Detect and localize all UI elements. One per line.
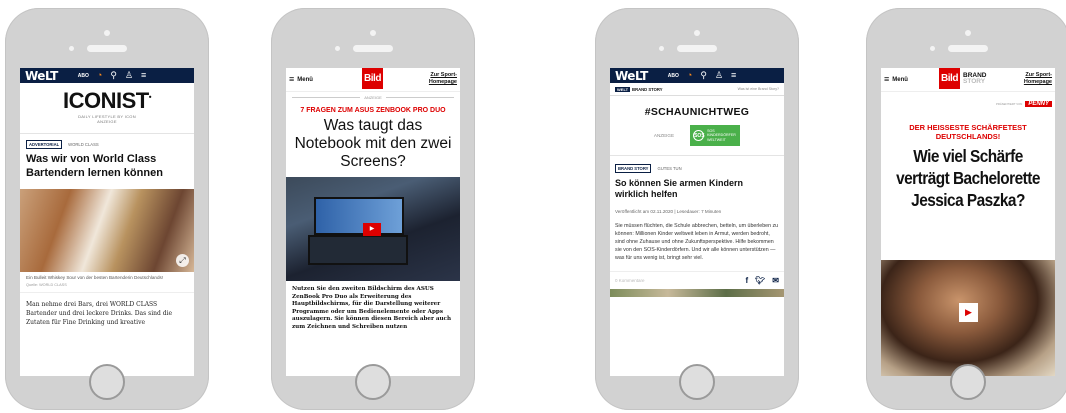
speaker-slot xyxy=(87,45,127,52)
brand-story-badge: BRAND STORY xyxy=(615,164,652,173)
abo-link[interactable]: ABO xyxy=(78,73,89,79)
brand-story-label: WELT BRAND STORY xyxy=(615,86,663,92)
phone-mockup-4: ≡ Menü Bild BRAND STORY Zur Sport- Homepag… xyxy=(866,8,1066,410)
photo-caption: Ein Bulleit Whiskey Sour von der besten … xyxy=(26,275,164,280)
facebook-icon[interactable]: f xyxy=(745,276,748,285)
menu-label: Menü xyxy=(892,76,908,83)
sponsor-row: ANZEIGE SOS SOS KINDERDÖRFER WELTWEIT xyxy=(610,125,784,146)
article-photo[interactable]: ▶ xyxy=(286,177,460,281)
home-button xyxy=(89,364,125,400)
bild-header: ≡ Menü Bild Zur Sport- Homepage xyxy=(286,68,460,92)
topic-label[interactable]: GUTES TUN xyxy=(657,166,681,171)
hamburger-icon: ≡ xyxy=(884,74,890,84)
article-headline[interactable]: Wie viel Schärfe verträgt Bachelorette J… xyxy=(891,141,1044,211)
badge-icon[interactable]: ◔ xyxy=(97,71,102,80)
sensor-dot xyxy=(659,46,664,51)
topic-label[interactable]: WORLD CLASS xyxy=(68,142,98,147)
bild-header: ≡ Menü Bild BRAND STORY Zur Sport- Homepag… xyxy=(881,68,1055,92)
comments-link[interactable]: 0 Kommentare xyxy=(615,278,645,283)
laptop-screen xyxy=(314,197,404,235)
play-icon[interactable]: ▶ xyxy=(959,303,978,322)
ad-label: ANZEIGE xyxy=(97,119,117,124)
ad-label-row: ANZEIGE xyxy=(286,92,460,100)
sport-homepage-link[interactable]: Zur Sport- Homepage xyxy=(429,72,457,86)
advertorial-badge: ADVERTORIAL xyxy=(26,140,63,149)
campaign-hashtag: #SCHAUNICHTWEG xyxy=(644,106,750,118)
home-button xyxy=(355,364,391,400)
iconist-logo[interactable]: ICONIST• xyxy=(20,88,194,114)
bild-logo[interactable]: Bild xyxy=(362,68,383,89)
article-headline[interactable]: Was wir von World Class Bartendern lerne… xyxy=(20,149,194,180)
search-icon[interactable]: ⚲ xyxy=(110,71,117,80)
article-kicker: DER HEISSESTE SCHÄRFETEST DEUTSCHLANDS! xyxy=(909,123,1027,141)
laptop-second-screen xyxy=(308,235,408,265)
home-button xyxy=(950,364,986,400)
welt-logo[interactable]: WeLT xyxy=(25,69,58,83)
bild-logo[interactable]: Bild xyxy=(939,68,960,89)
next-image-strip xyxy=(610,289,784,298)
sport-homepage-link[interactable]: Zur Sport- Homepage xyxy=(1024,72,1052,86)
twitter-icon[interactable]: 🐦︎ xyxy=(755,276,765,285)
phone-mockup-3: WeLT ABO ◔ ⚲ ♙ ≡ WELT BRAND STORY Was ist… xyxy=(595,8,799,410)
sensor-dot xyxy=(930,46,935,51)
phone-mockup-1: WeLT ABO ◔ ⚲ ♙ ≡ ICONIST• DAILY LIFESTYL… xyxy=(5,8,209,410)
article-body: Nutzen Sie den zweiten Bildschirm des AS… xyxy=(292,286,452,330)
speaker-slot xyxy=(677,45,717,52)
brand-story-logo: BRAND STORY xyxy=(963,72,987,85)
brand-story-bar: WELT BRAND STORY Was ist eine Brand Story… xyxy=(610,83,784,96)
camera-dot xyxy=(104,30,110,36)
mail-icon[interactable]: ✉ xyxy=(772,276,779,285)
tag-row: BRAND STORY GUTES TUN xyxy=(610,155,784,173)
hamburger-icon: ≡ xyxy=(289,74,295,84)
phone-screen-1: WeLT ABO ◔ ⚲ ♙ ≡ ICONIST• DAILY LIFESTYL… xyxy=(20,68,194,376)
speaker-slot xyxy=(948,45,988,52)
phone-mockup-2: ≡ Menü Bild Zur Sport- Homepage ANZEIGE 7… xyxy=(271,8,475,410)
article-photo[interactable]: ⤢ xyxy=(20,189,194,272)
camera-dot xyxy=(370,30,376,36)
menu-label: Menü xyxy=(297,76,313,83)
article-kicker: 7 FRAGEN ZUM ASUS ZENBOOK PRO DUO xyxy=(300,107,446,114)
ad-label: ANZEIGE xyxy=(653,133,675,138)
article-headline[interactable]: So können Sie armen Kindern wirklich hel… xyxy=(610,173,784,200)
phone-screen-3: WeLT ABO ◔ ⚲ ♙ ≡ WELT BRAND STORY Was ist… xyxy=(610,68,784,376)
penny-logo[interactable]: PENNY xyxy=(1025,101,1052,107)
camera-dot xyxy=(694,30,700,36)
share-bar: 0 Kommentare f 🐦︎ ✉ xyxy=(610,271,784,289)
abo-link[interactable]: ABO xyxy=(668,73,679,79)
welt-header: WeLT ABO ◔ ⚲ ♙ ≡ xyxy=(610,68,784,83)
welt-header: WeLT ABO ◔ ⚲ ♙ ≡ xyxy=(20,68,194,83)
photo-credit: Quelle: WORLD CLASS xyxy=(26,283,67,287)
welt-logo[interactable]: WeLT xyxy=(615,69,648,83)
article-body: Man nehme drei Bars, drei WORLD CLASS Ba… xyxy=(20,292,194,327)
home-button xyxy=(679,364,715,400)
menu-button[interactable]: ≡ Menü xyxy=(289,75,313,84)
user-icon[interactable]: ♙ xyxy=(715,71,723,80)
play-icon[interactable]: ▶ xyxy=(363,223,381,236)
sensor-dot xyxy=(69,46,74,51)
tag-row: ADVERTORIAL WORLD CLASS xyxy=(20,133,194,149)
sos-kinderdoerfer-logo[interactable]: SOS SOS KINDERDÖRFER WELTWEIT xyxy=(690,125,741,146)
camera-dot xyxy=(965,30,971,36)
user-icon[interactable]: ♙ xyxy=(125,71,133,80)
article-headline[interactable]: Was taugt das Notebook mit den zwei Scre… xyxy=(286,115,460,171)
sensor-dot xyxy=(335,46,340,51)
speaker-slot xyxy=(353,45,393,52)
brand-story-info-link[interactable]: Was ist eine Brand Story? xyxy=(738,87,779,91)
phone-screen-4: ≡ Menü Bild BRAND STORY Zur Sport- Homepag… xyxy=(881,68,1055,376)
video-thumbnail[interactable]: ▶ xyxy=(881,260,1055,376)
search-icon[interactable]: ⚲ xyxy=(700,71,707,80)
badge-icon[interactable]: ◔ xyxy=(687,71,692,80)
menu-button[interactable]: ≡ Menü xyxy=(884,75,908,84)
article-meta: Veröffentlicht am 02.11.2020 | Lesedauer… xyxy=(615,209,722,214)
phone-screen-2: ≡ Menü Bild Zur Sport- Homepage ANZEIGE 7… xyxy=(286,68,460,376)
article-body: Sie müssen flüchten, die Schule abbreche… xyxy=(615,223,779,262)
hamburger-icon[interactable]: ≡ xyxy=(141,71,146,80)
expand-icon[interactable]: ⤢ xyxy=(176,254,189,267)
sponsor-row: PRÄSENTIERT VON PENNY xyxy=(881,92,1055,107)
ad-label: ANZEIGE xyxy=(364,95,382,100)
hamburger-icon[interactable]: ≡ xyxy=(731,71,736,80)
presented-by-label: PRÄSENTIERT VON xyxy=(996,102,1023,106)
